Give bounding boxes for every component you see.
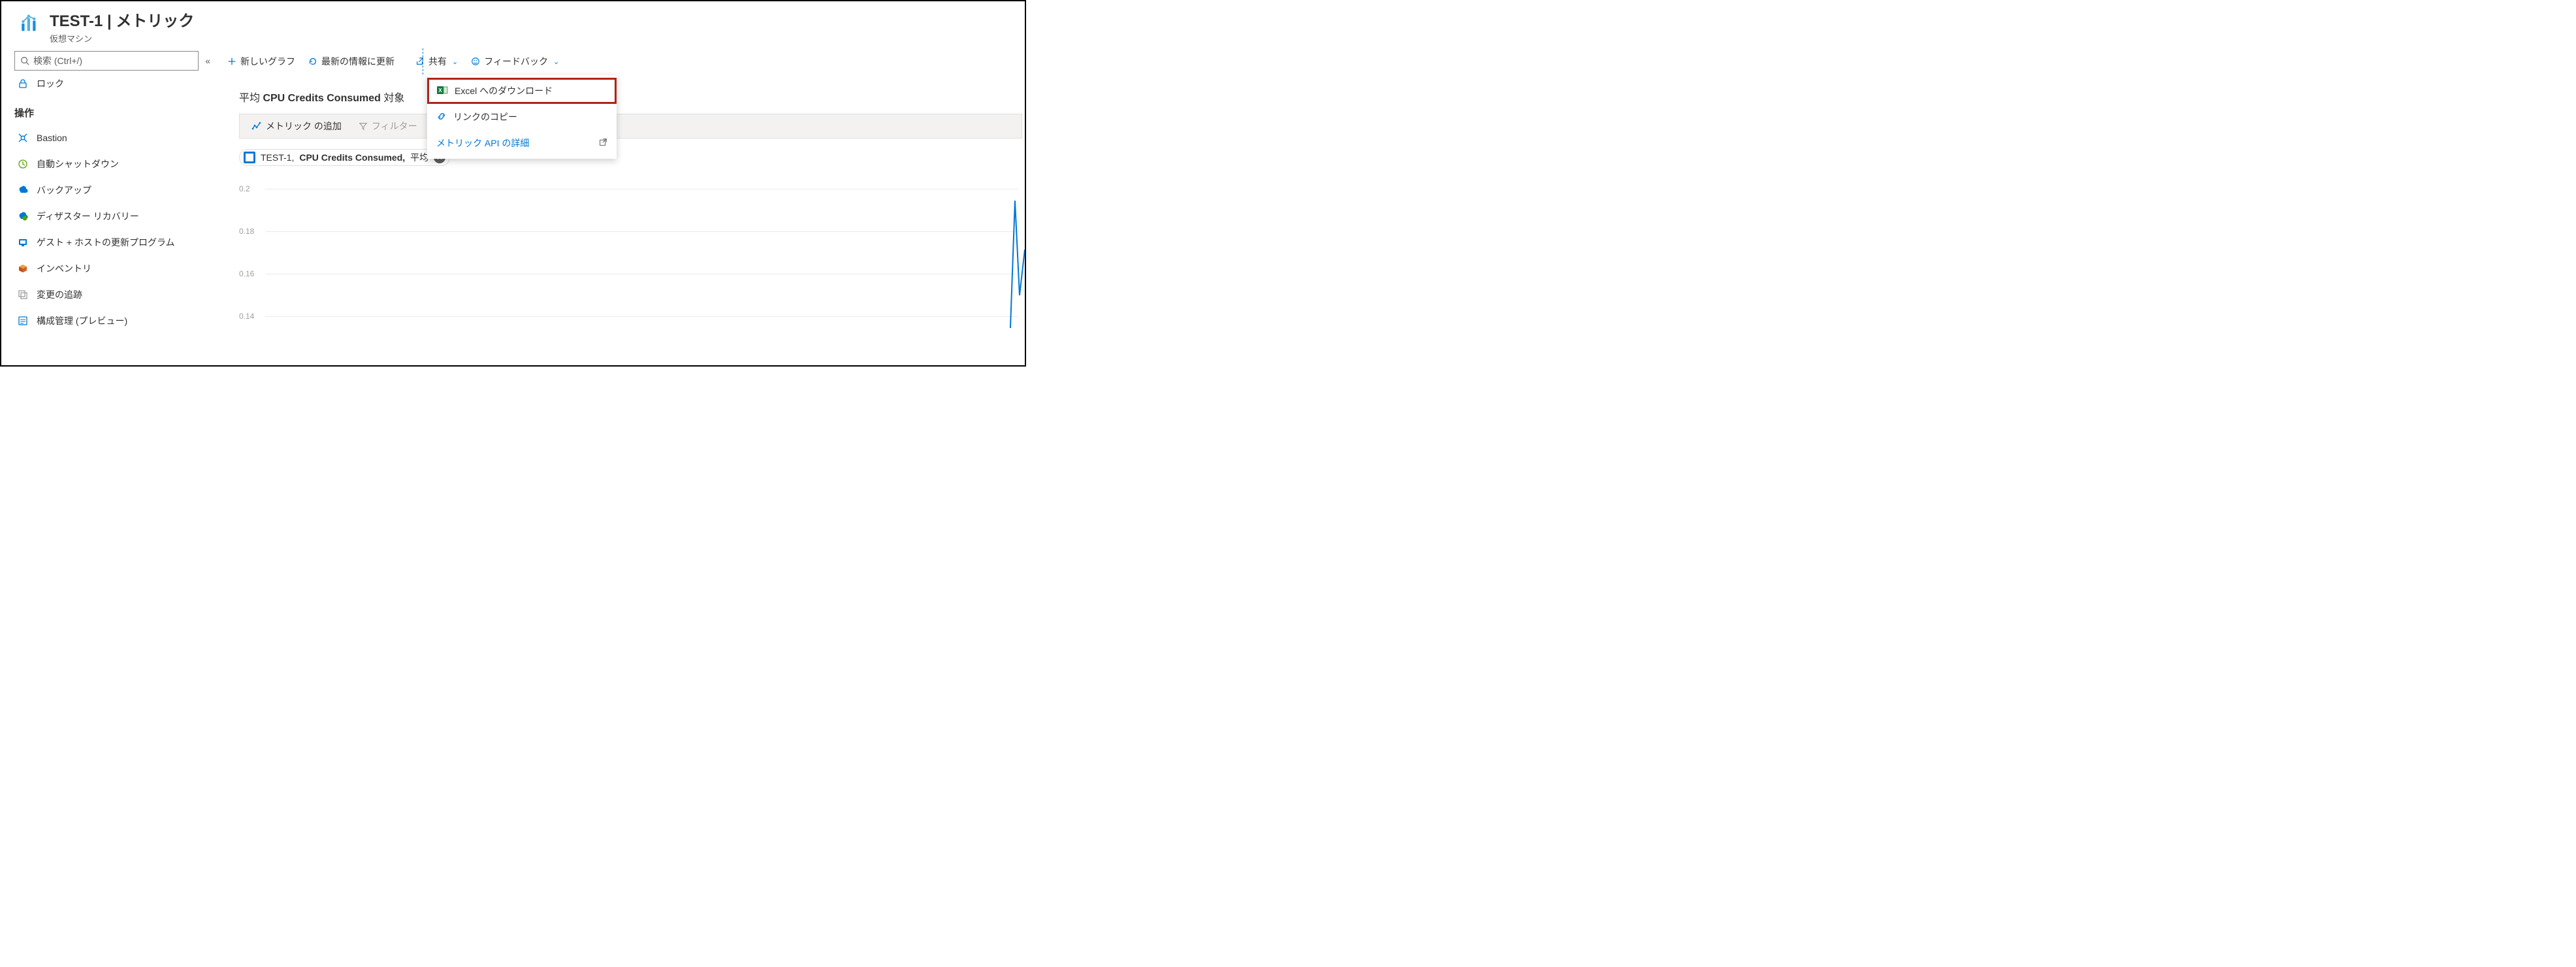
sidebar-item-dr[interactable]: ディザスター リカバリー: [14, 203, 210, 229]
chevron-down-icon: ⌄: [553, 57, 559, 66]
search-input[interactable]: 検索 (Ctrl+/): [14, 51, 199, 71]
sidebar-item-inventory[interactable]: インベントリ: [14, 255, 210, 282]
sidebar-item-label: 構成管理 (プレビュー): [37, 314, 127, 327]
inventory-icon: [17, 263, 29, 274]
pill-resource: TEST-1,: [261, 152, 294, 163]
chart-plot-area[interactable]: 0.2 0.18 0.16 0.14: [239, 178, 1025, 328]
add-metric-icon: [251, 121, 262, 131]
menu-item-label: Excel へのダウンロード: [455, 84, 553, 97]
sidebar-item-label: ゲスト + ホストの更新プログラム: [37, 236, 175, 249]
pill-agg: 平均: [410, 151, 428, 164]
page-title: TEST-1 | メトリック: [50, 8, 194, 31]
bastion-icon: [17, 133, 29, 143]
metrics-icon: [17, 10, 43, 37]
button-label: フィルター: [372, 120, 417, 133]
y-tick: 0.14: [239, 312, 265, 321]
menu-item-api-details[interactable]: メトリック API の詳細: [427, 130, 617, 156]
button-label: メトリック の追加: [266, 120, 342, 133]
y-tick: 0.16: [239, 269, 265, 278]
feedback-button[interactable]: フィードバック ⌄: [464, 48, 566, 74]
sidebar-item-backup[interactable]: バックアップ: [14, 177, 210, 203]
search-placeholder: 検索 (Ctrl+/): [33, 54, 82, 67]
toolbar-label: フィードバック: [484, 55, 548, 68]
svg-text:X: X: [438, 88, 442, 93]
toolbar-label: 最新の情報に更新: [321, 55, 394, 68]
sidebar-item-guest-host-update[interactable]: ゲスト + ホストの更新プログラム: [14, 229, 210, 255]
page-subtitle: 仮想マシン: [50, 32, 194, 44]
new-chart-button[interactable]: 新しいグラフ: [221, 48, 302, 74]
sidebar-item-label: Bastion: [37, 133, 67, 143]
y-tick: 0.18: [239, 227, 265, 236]
sidebar-item-config-mgmt[interactable]: 構成管理 (プレビュー): [14, 308, 210, 334]
clock-icon: [17, 159, 29, 169]
share-button[interactable]: 共有 ⌄: [409, 48, 464, 74]
lock-icon: [17, 78, 29, 89]
menu-item-label: メトリック API の詳細: [436, 137, 529, 150]
sidebar-item-change-tracking[interactable]: 変更の追跡: [14, 282, 210, 308]
external-link-icon: [599, 138, 607, 148]
vm-icon: [244, 152, 255, 163]
backup-icon: [17, 185, 29, 195]
excel-icon: X: [436, 84, 448, 98]
add-metric-button[interactable]: メトリック の追加: [245, 114, 348, 138]
dr-icon: [17, 211, 29, 221]
metric-pill[interactable]: TEST-1, CPU Credits Consumed, 平均 ✕: [239, 149, 450, 166]
sidebar-item-label: インベントリ: [37, 262, 91, 275]
refresh-button[interactable]: 最新の情報に更新: [302, 48, 401, 74]
sidebar-item-label: 変更の追跡: [37, 288, 82, 301]
toolbar-label: 新しいグラフ: [240, 55, 295, 68]
search-icon: [20, 56, 29, 65]
link-icon: [436, 111, 447, 123]
update-icon: [17, 237, 29, 248]
smiley-icon: [471, 57, 480, 66]
filter-icon: [359, 122, 368, 131]
sidebar-section-label: 操作: [14, 97, 210, 125]
config-icon: [17, 316, 29, 326]
share-menu: X Excel へのダウンロード リンクのコピー メトリック API の詳細: [427, 75, 617, 159]
menu-item-excel-download[interactable]: X Excel へのダウンロード: [427, 78, 617, 104]
sidebar-item-lock[interactable]: ロック: [14, 71, 210, 97]
change-tracking-icon: [17, 289, 29, 300]
chevron-down-icon: ⌄: [452, 57, 458, 66]
sidebar-item-label: 自動シャットダウン: [37, 157, 119, 171]
toolbar-label: 共有: [428, 55, 447, 68]
menu-item-label: リンクのコピー: [453, 110, 517, 123]
sidebar-item-label: ディザスター リカバリー: [37, 210, 139, 223]
sidebar-item-auto-shutdown[interactable]: 自動シャットダウン: [14, 151, 210, 177]
collapse-sidebar-button[interactable]: «: [205, 56, 210, 66]
sidebar-item-label: ロック: [37, 77, 64, 90]
refresh-icon: [308, 57, 317, 66]
pill-metric: CPU Credits Consumed,: [299, 152, 405, 163]
chart-title: 平均 CPU Credits Consumed 対象: [239, 93, 404, 104]
add-filter-button[interactable]: フィルター: [352, 114, 424, 138]
plus-icon: [227, 57, 236, 66]
series-line: [265, 178, 1025, 328]
sidebar-item-label: バックアップ: [37, 184, 91, 197]
sidebar-item-bastion[interactable]: Bastion: [14, 125, 210, 151]
menu-item-copy-link[interactable]: リンクのコピー: [427, 104, 617, 130]
y-tick: 0.2: [239, 184, 265, 193]
